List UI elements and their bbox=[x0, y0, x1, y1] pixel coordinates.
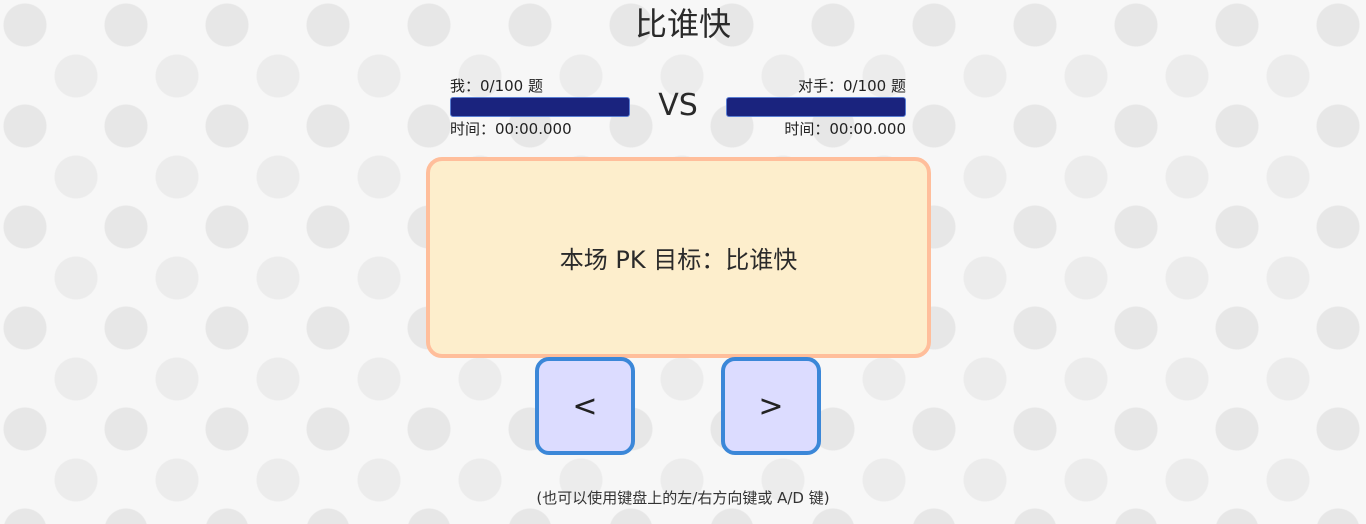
opponent-progress-bar bbox=[726, 97, 906, 117]
my-progress-bar bbox=[450, 97, 630, 117]
opponent-status-panel: 对手：0/100 题 时间：00:00.000 bbox=[726, 76, 906, 139]
page-title: 比谁快 bbox=[634, 5, 731, 43]
game-board: 本场 PK 目标：比谁快 bbox=[426, 157, 931, 358]
my-progress-label: 我：0/100 题 bbox=[450, 77, 543, 95]
right-button[interactable]: > bbox=[721, 357, 821, 455]
opponent-time-label: 时间：00:00.000 bbox=[784, 120, 906, 138]
vs-label: VS bbox=[658, 88, 698, 123]
my-time-label: 时间：00:00.000 bbox=[450, 120, 572, 138]
opponent-progress-label: 对手：0/100 题 bbox=[798, 77, 906, 95]
board-message: 本场 PK 目标：比谁快 bbox=[559, 246, 798, 274]
keyboard-hint: (也可以使用键盘上的左/右方向键或 A/D 键) bbox=[536, 489, 830, 507]
left-button[interactable]: < bbox=[535, 357, 635, 455]
my-status-panel: 我：0/100 题 时间：00:00.000 bbox=[450, 76, 630, 139]
